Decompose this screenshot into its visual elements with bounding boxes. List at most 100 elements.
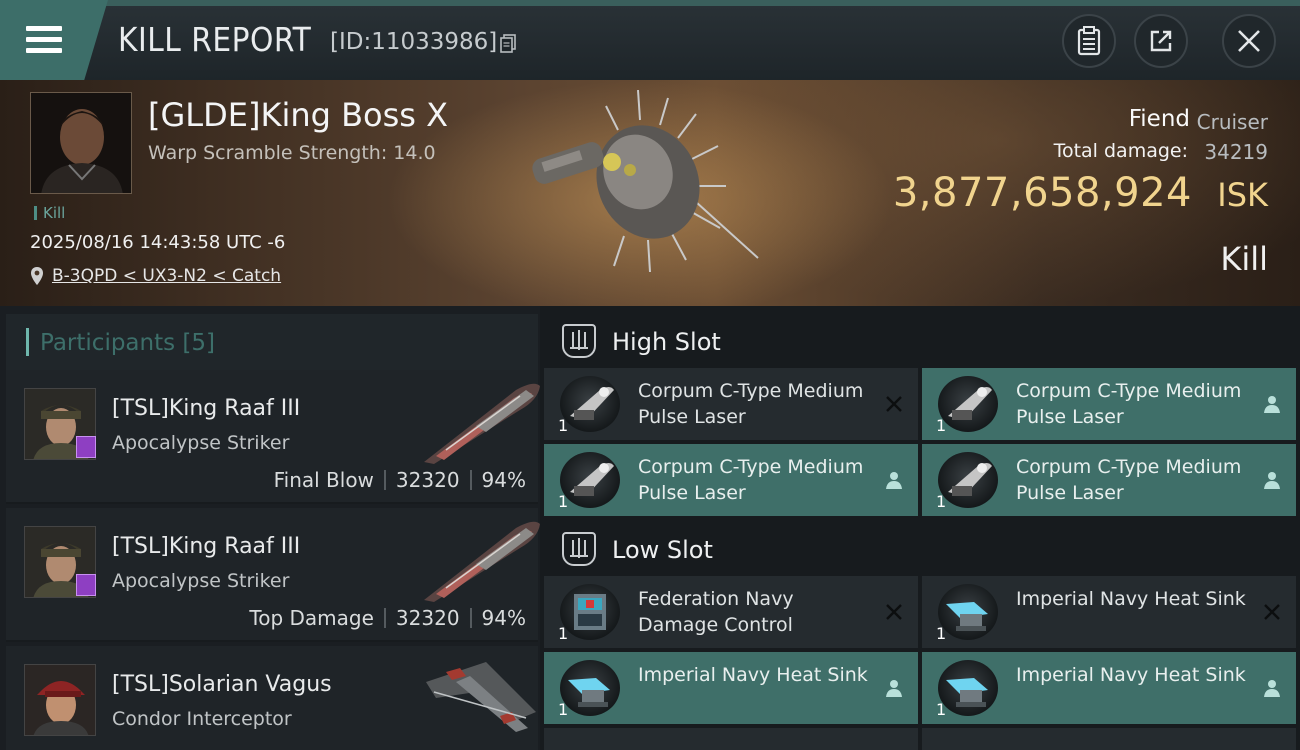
- participant-stats: Final Blow 32320 94%: [274, 468, 526, 492]
- low-slot-header: Low Slot: [544, 518, 1300, 580]
- module-name: Corpum C-Type Medium Pulse Laser: [1016, 380, 1242, 428]
- participant-damage-percent: 94%: [481, 606, 526, 630]
- dropped-person-icon: [886, 472, 902, 489]
- damage-control-icon: [560, 584, 620, 640]
- low-slot-icon: [562, 532, 596, 566]
- fittings-panel: High Slot 1 Corpum C-Type Medium Pulse L…: [540, 306, 1300, 750]
- location-pin-icon: [31, 267, 43, 285]
- pilot-portrait-icon: [25, 665, 95, 735]
- participant-ship: Apocalypse Striker: [112, 432, 290, 454]
- menu-button[interactable]: [0, 0, 108, 80]
- fitting-module[interactable]: 1 Federation Navy Damage Control: [544, 576, 918, 648]
- participant-name[interactable]: [TSL]King Raaf III: [112, 534, 300, 559]
- fitting-module[interactable]: 1 Imperial Navy Heat Sink: [922, 652, 1296, 724]
- security-status-badge: [76, 574, 96, 596]
- kill-result-label: Kill: [1220, 240, 1268, 278]
- participant-name[interactable]: [TSL]Solarian Vagus: [112, 672, 332, 697]
- module-quantity: 1: [558, 624, 569, 643]
- kill-location-link[interactable]: B-3QPD < UX3-N2 < Catch: [52, 266, 281, 286]
- kill-datetime: 2025/08/16 14:43:58 UTC -6: [30, 232, 286, 253]
- fitting-module[interactable]: 1 Corpum C-Type Medium Pulse Laser: [922, 368, 1296, 440]
- kill-tag: Kill: [34, 206, 65, 221]
- module-quantity: 1: [558, 700, 569, 719]
- participant-ship-image: [424, 521, 540, 602]
- participant-name[interactable]: [TSL]King Raaf III: [112, 396, 300, 421]
- module-quantity: 1: [558, 492, 569, 511]
- module-name: Imperial Navy Heat Sink: [638, 664, 868, 686]
- participant-role: Final Blow: [273, 468, 374, 492]
- fitting-module[interactable]: 1 Corpum C-Type Medium Pulse Laser: [544, 444, 918, 516]
- total-damage-value: 34219: [1204, 140, 1268, 164]
- fitting-module[interactable]: 1 Imperial Navy Heat Sink: [544, 652, 918, 724]
- participant-ship-image: [424, 383, 540, 464]
- share-button[interactable]: [1134, 14, 1188, 68]
- pulse-laser-icon: [938, 376, 998, 432]
- dropped-person-icon: [1264, 396, 1280, 413]
- participant-row[interactable]: [TSL]Solarian Vagus Condor Interceptor: [6, 646, 538, 750]
- victim-ship-class: Cruiser: [1196, 110, 1268, 134]
- module-name: Imperial Navy Heat Sink: [1016, 588, 1246, 610]
- participant-portrait[interactable]: [24, 664, 96, 736]
- participants-header: Participants [5]: [6, 314, 538, 370]
- fitting-module[interactable]: 1 Corpum C-Type Medium Pulse Laser: [544, 368, 918, 440]
- module-name: Imperial Navy Heat Sink: [1016, 664, 1246, 686]
- victim-portrait[interactable]: [30, 92, 132, 194]
- module-name: Federation Navy Damage Control: [638, 588, 794, 636]
- participant-damage-percent: 94%: [481, 468, 526, 492]
- close-button[interactable]: [1222, 14, 1276, 68]
- pulse-laser-icon: [560, 376, 620, 432]
- destroyed-x-icon: [886, 396, 902, 412]
- fitting-module-partial[interactable]: [922, 728, 1296, 750]
- module-quantity: 1: [936, 700, 947, 719]
- participant-damage: 32320: [395, 606, 460, 630]
- dropped-person-icon: [1264, 680, 1280, 697]
- module-name: Corpum C-Type Medium Pulse Laser: [638, 380, 864, 428]
- copy-icon[interactable]: [500, 34, 516, 53]
- high-slot-header: High Slot: [544, 310, 1300, 372]
- page-title: KILL REPORT: [118, 20, 312, 59]
- victim-name[interactable]: [GLDE]King Boss X: [148, 96, 448, 134]
- high-slot-title: High Slot: [612, 328, 721, 356]
- low-slot-title: Low Slot: [612, 536, 713, 564]
- dropped-person-icon: [1264, 472, 1280, 489]
- pulse-laser-icon: [560, 452, 620, 508]
- warp-scramble-strength: Warp Scramble Strength: 14.0: [148, 142, 436, 164]
- module-quantity: 1: [936, 416, 947, 435]
- title-bar: KILL REPORT [ID:11033986]: [0, 0, 1300, 80]
- participant-row[interactable]: [TSL]King Raaf III Apocalypse Striker Fi…: [6, 370, 540, 504]
- report-id: [ID:11033986]: [330, 29, 498, 55]
- module-name: Corpum C-Type Medium Pulse Laser: [638, 456, 864, 504]
- hamburger-menu-icon: [26, 26, 62, 54]
- victim-ship-name: Fiend: [1128, 106, 1190, 132]
- module-quantity: 1: [936, 492, 947, 511]
- close-icon: [1238, 30, 1260, 52]
- participant-damage: 32320: [395, 468, 460, 492]
- participants-title: Participants [5]: [40, 330, 215, 356]
- fitting-module-partial[interactable]: [544, 728, 918, 750]
- isk-unit: ISK: [1217, 176, 1268, 214]
- victim-ship-image: [532, 90, 759, 273]
- clipboard-icon: [1077, 26, 1101, 56]
- module-quantity: 1: [936, 624, 947, 643]
- heat-sink-icon: [560, 660, 620, 716]
- module-name: Corpum C-Type Medium Pulse Laser: [1016, 456, 1242, 504]
- destroyed-x-icon: [1264, 604, 1280, 620]
- pilot-portrait-icon: [31, 93, 131, 193]
- participant-ship: Apocalypse Striker: [112, 570, 290, 592]
- share-icon: [1150, 30, 1172, 52]
- fitting-module[interactable]: 1 Corpum C-Type Medium Pulse Laser: [922, 444, 1296, 516]
- isk-value: 3,877,658,924: [892, 170, 1192, 216]
- participant-ship: Condor Interceptor: [112, 708, 292, 730]
- clipboard-button[interactable]: [1062, 14, 1116, 68]
- heat-sink-icon: [938, 584, 998, 640]
- fitting-module[interactable]: 1 Imperial Navy Heat Sink: [922, 576, 1296, 648]
- heat-sink-icon: [938, 660, 998, 716]
- module-quantity: 1: [558, 416, 569, 435]
- total-damage-label: Total damage:: [1053, 140, 1188, 162]
- pulse-laser-icon: [938, 452, 998, 508]
- victim-banner: [GLDE]King Boss X Warp Scramble Strength…: [0, 80, 1300, 306]
- high-slot-icon: [562, 324, 596, 358]
- participant-row[interactable]: [TSL]King Raaf III Apocalypse Striker To…: [6, 508, 540, 642]
- destroyed-x-icon: [886, 604, 902, 620]
- participants-header-accent: [26, 328, 29, 356]
